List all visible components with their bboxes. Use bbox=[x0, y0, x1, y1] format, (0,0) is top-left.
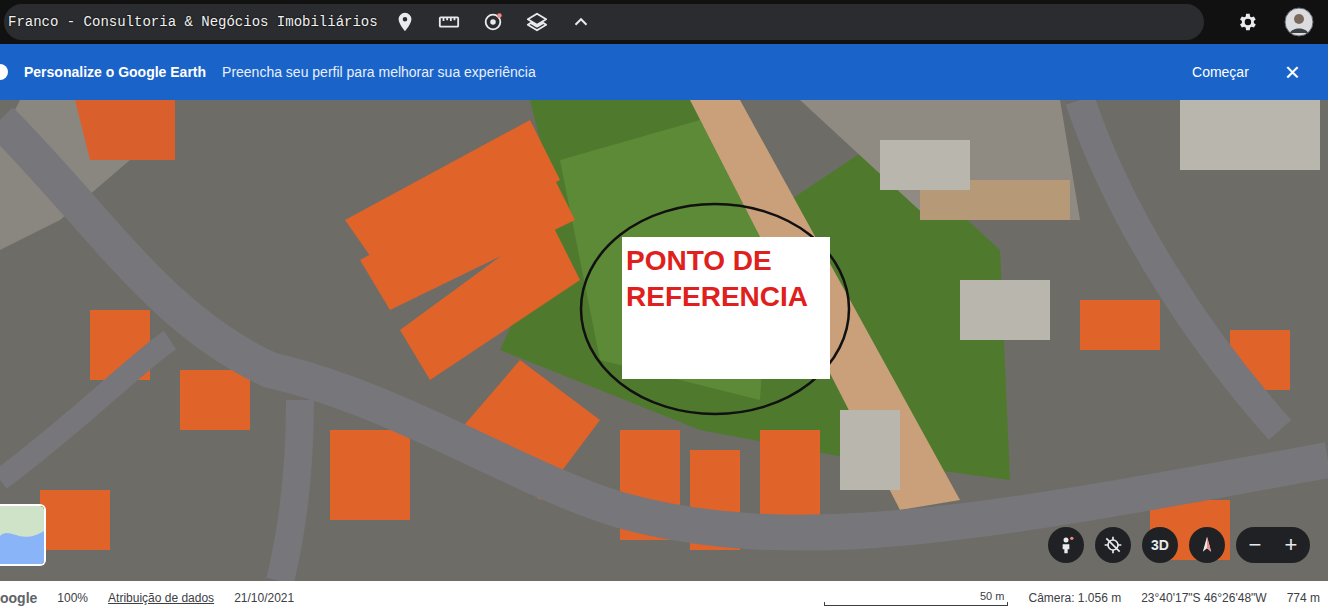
coordinates: 23°40'17"S 46°26'48"W bbox=[1141, 591, 1266, 605]
toolbar bbox=[394, 11, 592, 33]
start-button[interactable]: Começar bbox=[1186, 60, 1255, 84]
history-icon[interactable] bbox=[482, 11, 504, 33]
status-bar: oogle 100% Atribuição de dados 21/10/2021 50… bbox=[0, 581, 1328, 614]
personalize-banner: Personalize o Google Earth Preencha seu p… bbox=[0, 44, 1328, 100]
scale-bar: 50 m bbox=[824, 590, 1008, 606]
scale-label: 50 m bbox=[980, 590, 1008, 602]
compass-icon bbox=[1197, 535, 1217, 555]
minimap[interactable] bbox=[0, 504, 46, 566]
map-controls: 3D −+ bbox=[1048, 527, 1310, 563]
top-bar: Franco - Consultoria & Negócios Imobiliá… bbox=[0, 0, 1328, 44]
banner-dot-icon bbox=[0, 64, 8, 80]
map-view[interactable]: PONTO DE REFERENCIA 3D −+ bbox=[0, 100, 1328, 581]
zoom-out-button[interactable]: − bbox=[1244, 534, 1266, 556]
camera-altitude: Câmera: 1.056 m bbox=[1028, 591, 1121, 605]
compass-button[interactable] bbox=[1189, 527, 1225, 563]
banner-title: Personalize o Google Earth bbox=[24, 64, 206, 80]
elevation: 774 m bbox=[1287, 591, 1320, 605]
chevron-up-icon[interactable] bbox=[570, 11, 592, 33]
account-area bbox=[1236, 7, 1314, 37]
ruler-icon[interactable] bbox=[438, 11, 460, 33]
minimap-icon bbox=[0, 506, 44, 564]
google-logo: oogle bbox=[0, 590, 37, 606]
track-button[interactable] bbox=[1095, 527, 1131, 563]
annotation-outline bbox=[581, 204, 849, 414]
zoom-control: −+ bbox=[1236, 527, 1310, 563]
close-button[interactable]: × bbox=[1285, 59, 1300, 85]
reference-label: PONTO DE REFERENCIA bbox=[622, 237, 830, 379]
zoom-level: 100% bbox=[57, 591, 88, 605]
scale-line bbox=[824, 602, 1008, 606]
search-text[interactable]: Franco - Consultoria & Negócios Imobiliá… bbox=[8, 14, 378, 30]
google-earth-window: Franco - Consultoria & Negócios Imobiliá… bbox=[0, 0, 1328, 614]
zoom-in-button[interactable]: + bbox=[1280, 534, 1302, 556]
layers-icon[interactable] bbox=[526, 11, 548, 33]
pegman-icon bbox=[1056, 535, 1076, 555]
3d-button[interactable]: 3D bbox=[1142, 527, 1178, 563]
location-off-icon bbox=[1103, 535, 1123, 555]
imagery-date: 21/10/2021 bbox=[234, 591, 294, 605]
pin-icon[interactable] bbox=[394, 11, 416, 33]
gear-icon[interactable] bbox=[1236, 11, 1258, 33]
avatar-icon[interactable] bbox=[1284, 7, 1314, 37]
attribution-link[interactable]: Atribuição de dados bbox=[108, 591, 214, 605]
street-view-button[interactable] bbox=[1048, 527, 1084, 563]
search-bar[interactable]: Franco - Consultoria & Negócios Imobiliá… bbox=[4, 4, 1204, 40]
banner-message: Preencha seu perfil para melhorar sua ex… bbox=[222, 64, 536, 80]
